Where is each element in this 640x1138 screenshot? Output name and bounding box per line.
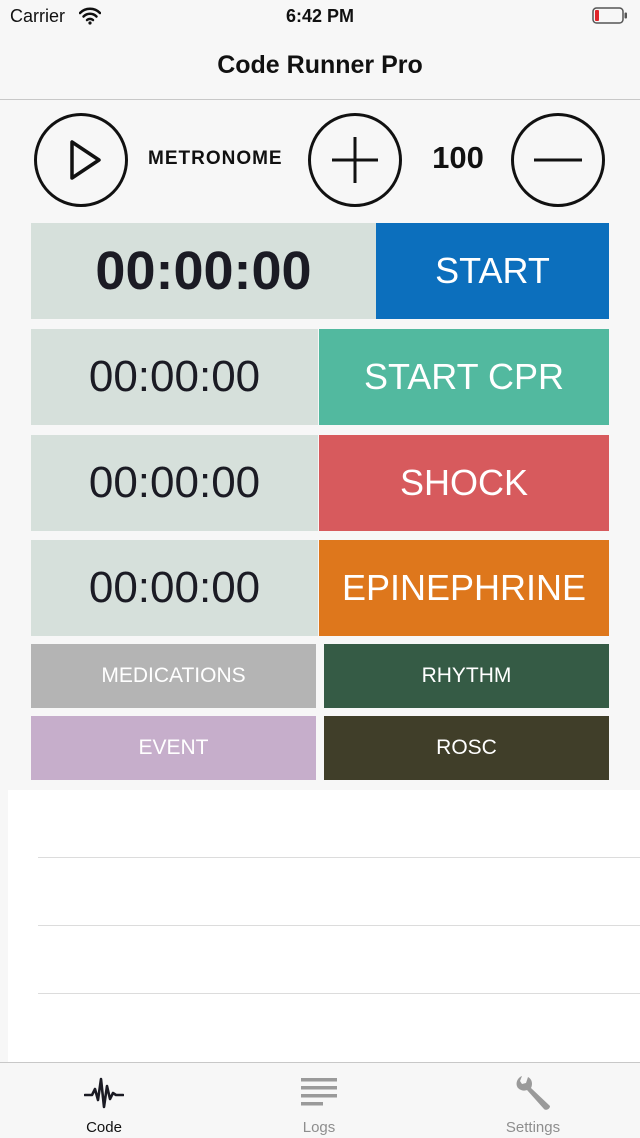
shock-button[interactable]: SHOCK [319,435,609,531]
bpm-value: 100 [432,140,484,175]
tab-bar: Code Logs Settings [0,1062,640,1138]
tab-code[interactable]: Code [44,1063,164,1138]
table-row [38,926,640,994]
battery-icon [592,7,627,24]
tab-logs[interactable]: Logs [259,1063,379,1138]
table-row [38,858,640,926]
tab-settings[interactable]: Settings [473,1063,593,1138]
rhythm-button[interactable]: RHYTHM [324,644,609,708]
cpr-timer: 00:00:00 [31,329,318,425]
event-button[interactable]: EVENT [31,716,316,780]
list-icon [301,1078,337,1106]
table-row [38,790,640,858]
medications-button[interactable]: MEDICATIONS [31,644,316,708]
start-button[interactable]: START [376,223,609,319]
event-log-table[interactable] [8,790,640,1062]
status-time: 6:42 PM [285,6,355,26]
tab-logs-label: Logs [302,1119,336,1136]
heartbeat-icon [84,1077,124,1109]
plus-icon [332,137,378,183]
rosc-button[interactable]: ROSC [324,716,609,780]
shock-timer: 00:00:00 [31,435,318,531]
bpm-increase-button[interactable] [308,113,402,207]
wrench-icon [516,1076,550,1110]
play-icon [70,140,101,180]
status-bar: Carrier 6:42 PM [0,0,640,34]
bpm-decrease-button[interactable] [511,113,605,207]
minus-icon [534,158,582,162]
tab-code-label: Code [86,1119,122,1136]
tab-settings-label: Settings [505,1119,561,1136]
start-cpr-button[interactable]: START CPR [319,329,609,425]
page-title: Code Runner Pro [217,51,423,79]
epinephrine-timer: 00:00:00 [31,540,318,636]
metronome-label: METRONOME [148,148,283,169]
epinephrine-button[interactable]: EPINEPHRINE [319,540,609,636]
metronome-play-button[interactable] [34,113,128,207]
navigation-bar: Code Runner Pro [0,34,640,100]
main-timer: 00:00:00 [31,223,376,319]
